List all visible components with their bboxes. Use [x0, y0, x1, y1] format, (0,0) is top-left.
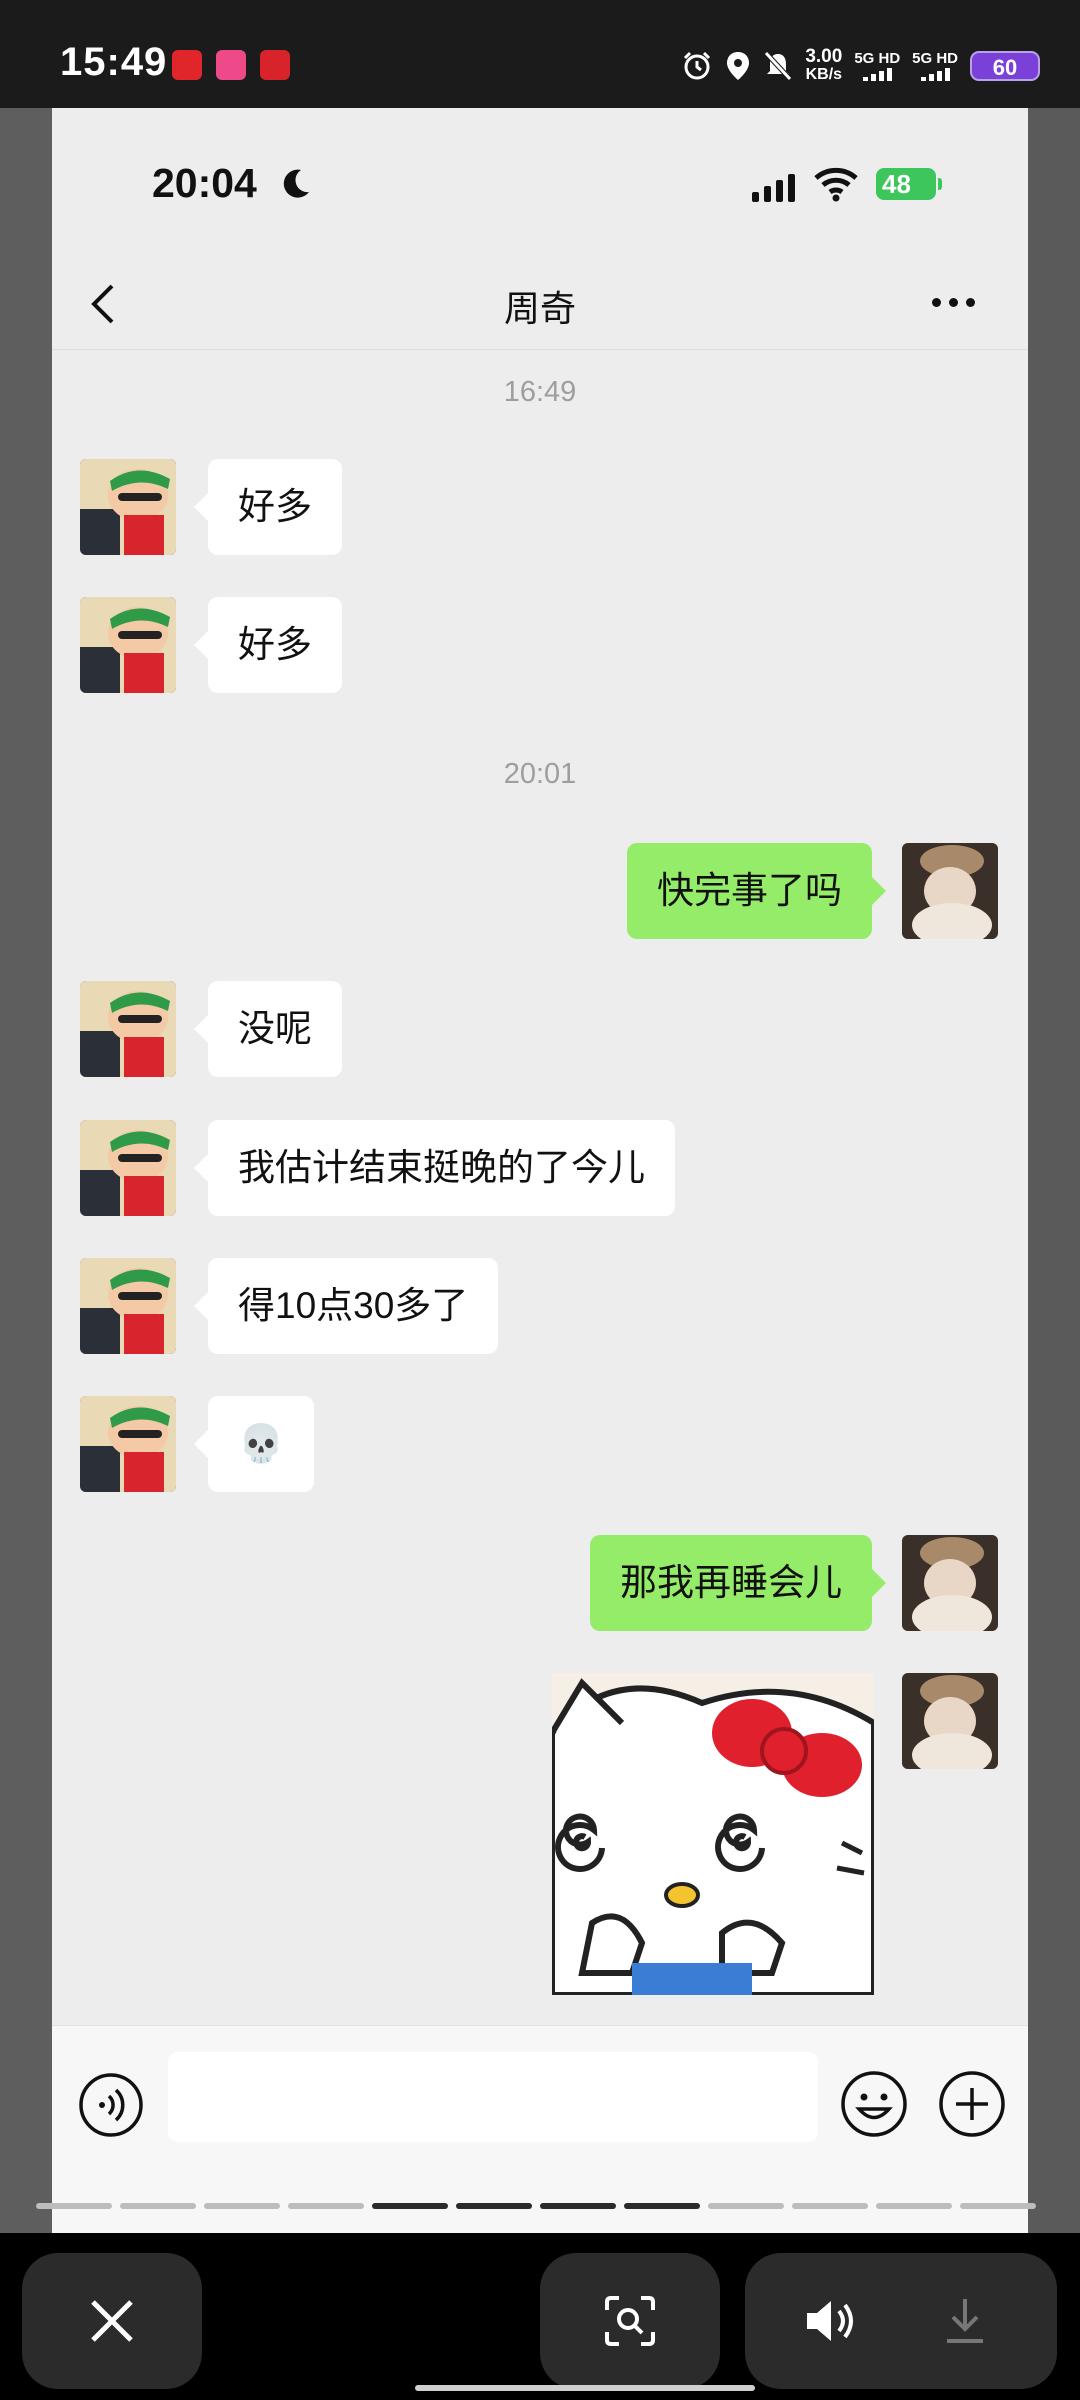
home-indicator	[415, 2385, 755, 2391]
system-battery: 60	[970, 51, 1040, 81]
cellular-signal-icon	[752, 174, 795, 202]
chat-timestamp: 20:01	[503, 758, 577, 790]
message-bubble-sent: 快完事了吗	[627, 843, 886, 939]
alarm-icon	[684, 51, 711, 80]
net-speed-unit: KB/s	[805, 66, 843, 83]
my-avatar[interactable]	[902, 843, 998, 939]
moon-icon	[283, 169, 309, 198]
sim1-label: 5G HD	[854, 50, 901, 67]
sticker-image	[552, 1673, 874, 1995]
sim2-label: 5G HD	[912, 50, 958, 67]
system-status-bar: 15:49 3.00 KB/s 5G HD 5G HD 60	[0, 0, 1080, 108]
message-bubble-received: 得10点30多了	[193, 1258, 499, 1354]
viewer-frame-left	[0, 108, 52, 2233]
cartoon-avatar-image	[80, 981, 176, 1077]
hello-kitty-sticker[interactable]	[552, 1673, 874, 1995]
message-bubble-received: 好多	[194, 597, 342, 693]
message-input[interactable]	[168, 2052, 818, 2142]
audio-download-group	[745, 2253, 1057, 2389]
close-button[interactable]	[22, 2253, 202, 2389]
download-icon[interactable]	[941, 2295, 989, 2347]
location-icon	[727, 52, 750, 80]
net-speed: 3.00 KB/s	[805, 46, 843, 84]
inner-status-bar: 20:04 48	[52, 108, 1028, 258]
app-notification-icon	[260, 50, 290, 80]
chat-screenshot: 20:04 48 周奇 16:49 好多 好多 20:01 快完事了吗 没呢 我…	[52, 108, 1028, 2233]
message-bubble-received: 好多	[194, 459, 342, 555]
emoji-icon[interactable]	[840, 2070, 908, 2138]
message-bubble-received: 💀	[193, 1396, 315, 1492]
inner-battery: 48	[876, 168, 942, 200]
sim2-signal: 5G HD	[912, 51, 958, 81]
mute-icon	[764, 51, 793, 81]
system-clock: 15:49	[60, 40, 168, 84]
chat-timestamp: 16:49	[503, 376, 577, 408]
friend-avatar[interactable]	[80, 1396, 176, 1492]
lens-search-icon	[605, 2296, 655, 2346]
photo-avatar-image	[902, 1673, 998, 1769]
plus-icon[interactable]	[938, 2070, 1006, 2138]
viewer-bottom-bar	[0, 2233, 1080, 2400]
my-avatar[interactable]	[902, 1535, 998, 1631]
cartoon-avatar-image	[80, 1120, 176, 1216]
chat-input-bar	[52, 2025, 1028, 2233]
message-bubble-received: 没呢	[194, 981, 342, 1077]
wifi-icon	[814, 167, 858, 202]
friend-avatar[interactable]	[80, 1120, 176, 1216]
sim1-signal: 5G HD	[854, 51, 900, 81]
cartoon-avatar-image	[80, 1258, 176, 1354]
more-dots-icon[interactable]	[932, 298, 975, 307]
friend-avatar[interactable]	[80, 597, 176, 693]
photo-avatar-image	[902, 843, 998, 939]
message-bubble-received: 我估计结束挺晚的了今儿	[194, 1120, 675, 1216]
app-notification-icon	[216, 50, 246, 80]
viewer-frame-right	[1028, 108, 1080, 2233]
image-viewer-page-indicator	[36, 2203, 1036, 2213]
chat-title: 周奇	[503, 288, 576, 329]
inner-clock: 20:04	[152, 160, 257, 206]
cartoon-avatar-image	[80, 597, 176, 693]
voice-icon[interactable]	[78, 2072, 144, 2138]
chat-header: 周奇	[52, 258, 1028, 350]
friend-avatar[interactable]	[80, 1258, 176, 1354]
cartoon-avatar-image	[80, 459, 176, 555]
photo-avatar-image	[902, 1535, 998, 1631]
app-notification-icon	[172, 50, 202, 80]
cartoon-avatar-image	[80, 1396, 176, 1492]
my-avatar[interactable]	[902, 1673, 998, 1769]
friend-avatar[interactable]	[80, 459, 176, 555]
lens-search-button[interactable]	[540, 2253, 720, 2389]
friend-avatar[interactable]	[80, 981, 176, 1077]
message-bubble-sent: 那我再睡会儿	[590, 1535, 886, 1631]
net-speed-value: 3.00	[805, 46, 843, 67]
volume-icon[interactable]	[803, 2297, 859, 2345]
close-icon	[91, 2300, 133, 2342]
